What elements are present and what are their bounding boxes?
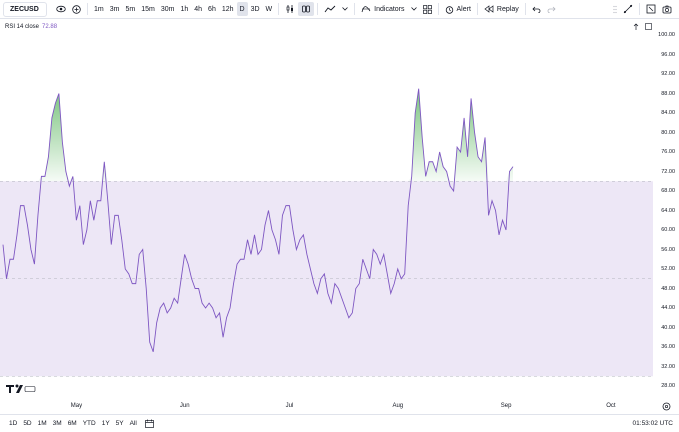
price-tick: 72.00 [661, 168, 675, 175]
price-tick: 56.00 [661, 246, 675, 253]
symbol-label: ZECUSD [10, 5, 39, 13]
range-ytd[interactable]: YTD [80, 420, 99, 427]
candles-icon[interactable] [282, 2, 298, 16]
price-tick: 88.00 [661, 90, 675, 97]
divider [476, 3, 478, 15]
price-tick: 36.00 [661, 344, 675, 350]
interval-3d[interactable]: 3D [248, 2, 263, 16]
settings-gear-icon[interactable] [662, 402, 671, 413]
utc-clock[interactable]: 01:53:02 UTC [633, 420, 673, 427]
time-tick: May [70, 403, 83, 409]
fullscreen-icon[interactable] [643, 2, 659, 16]
interval-5m[interactable]: 5m [122, 2, 138, 16]
price-tick: 100.00 [658, 32, 675, 38]
time-tick: Jul [285, 403, 294, 409]
collapse-icon[interactable] [645, 23, 652, 32]
scroll-up-icon[interactable] [633, 23, 639, 33]
camera-icon[interactable] [659, 2, 675, 16]
divider [639, 3, 640, 15]
price-tick: 80.00 [661, 129, 675, 136]
price-tick: 96.00 [661, 51, 675, 58]
divider [354, 3, 356, 15]
chevron-down-icon[interactable] [339, 2, 351, 16]
indicator-legend[interactable]: RSI 14 close 72.88 [5, 24, 57, 30]
date-range-group: 1D 5D 1M 3M 6M YTD 1Y 5Y All [6, 420, 140, 427]
price-tick: 32.00 [661, 363, 675, 370]
bars-icon[interactable] [298, 2, 315, 16]
indicators-button[interactable]: Indicators [358, 2, 407, 16]
range-1m[interactable]: 1M [35, 420, 50, 427]
alert-label: Alert [456, 5, 471, 13]
indicators-label: Indicators [374, 5, 405, 13]
price-tick: 48.00 [661, 285, 675, 292]
range-5d[interactable]: 5D [20, 420, 34, 427]
interval-30m[interactable]: 30m [158, 2, 178, 16]
interval-w[interactable]: W [263, 2, 276, 16]
replay-button[interactable]: Replay [481, 2, 522, 16]
bottom-bar: 1D 5D 1M 3M 6M YTD 1Y 5Y All 01:53:02 UTC [0, 414, 679, 432]
top-toolbar: ZECUSD 1m 3m 5m 15m 30m 1h 4h 6h 12h D 3D W Indicat… [0, 0, 679, 19]
price-axis[interactable]: 100.00 96.00 92.00 88.00 84.00 80.00 76.00 72.0… [653, 19, 679, 400]
time-tick: Jun [179, 403, 190, 409]
divider [524, 3, 526, 15]
drag-handle-icon[interactable] [610, 2, 620, 16]
time-axis[interactable]: May Jun Jul Aug Sep Oct [0, 400, 653, 414]
price-tick: 28.00 [661, 383, 675, 389]
undo-icon[interactable] [529, 2, 544, 16]
divider [317, 3, 319, 15]
divider [87, 3, 88, 15]
interval-group: 1m 3m 5m 15m 30m 1h 4h 6h 12h D 3D W [91, 2, 275, 16]
range-6m[interactable]: 6M [65, 420, 80, 427]
time-tick: Aug [392, 403, 404, 409]
interval-3m[interactable]: 3m [107, 2, 123, 16]
interval-4h[interactable]: 4h [191, 2, 205, 16]
range-3m[interactable]: 3M [50, 420, 65, 427]
time-tick: Sep [500, 403, 512, 409]
price-tick: 40.00 [661, 324, 675, 331]
price-tick: 68.00 [661, 188, 675, 194]
price-tick: 64.00 [661, 207, 675, 214]
date-range-picker-icon[interactable] [145, 419, 154, 428]
interval-12h[interactable]: 12h [219, 2, 237, 16]
alert-button[interactable]: Alert [442, 2, 474, 16]
divider [278, 3, 280, 15]
rsi-chart[interactable] [0, 19, 653, 400]
interval-1h[interactable]: 1h [177, 2, 191, 16]
indicator-name: RSI 14 close [5, 24, 40, 30]
tradingview-logo [6, 384, 36, 396]
time-tick: Oct [606, 403, 616, 409]
chevron-down-icon[interactable] [408, 2, 420, 16]
interval-6h[interactable]: 6h [205, 2, 219, 16]
redo-icon[interactable] [544, 2, 559, 16]
price-tick: 44.00 [661, 305, 675, 311]
add-symbol-icon[interactable] [69, 2, 84, 16]
drawing-tool-icon[interactable] [620, 2, 636, 16]
interval-15m[interactable]: 15m [138, 2, 158, 16]
interval-d[interactable]: D [236, 2, 248, 16]
replay-icon [484, 5, 494, 13]
layout-grid-icon[interactable] [420, 2, 435, 16]
indicators-icon [361, 6, 371, 13]
price-tick: 52.00 [661, 266, 675, 272]
divider [437, 3, 439, 15]
replay-label: Replay [496, 5, 519, 13]
price-tick: 92.00 [661, 71, 675, 77]
interval-1m[interactable]: 1m [91, 2, 107, 16]
range-1d[interactable]: 1D [6, 420, 20, 427]
line-chart-icon[interactable] [321, 2, 339, 16]
range-5y[interactable]: 5Y [113, 420, 127, 427]
indicator-value: 72.88 [42, 24, 58, 30]
price-tick: 84.00 [661, 110, 675, 116]
range-all[interactable]: All [127, 420, 140, 427]
price-tick: 60.00 [661, 227, 675, 233]
symbol-search[interactable]: ZECUSD [3, 1, 47, 17]
range-1y[interactable]: 1Y [99, 420, 113, 427]
alarm-clock-icon [445, 5, 453, 14]
price-tick: 76.00 [661, 149, 675, 155]
eye-icon[interactable] [53, 2, 69, 16]
